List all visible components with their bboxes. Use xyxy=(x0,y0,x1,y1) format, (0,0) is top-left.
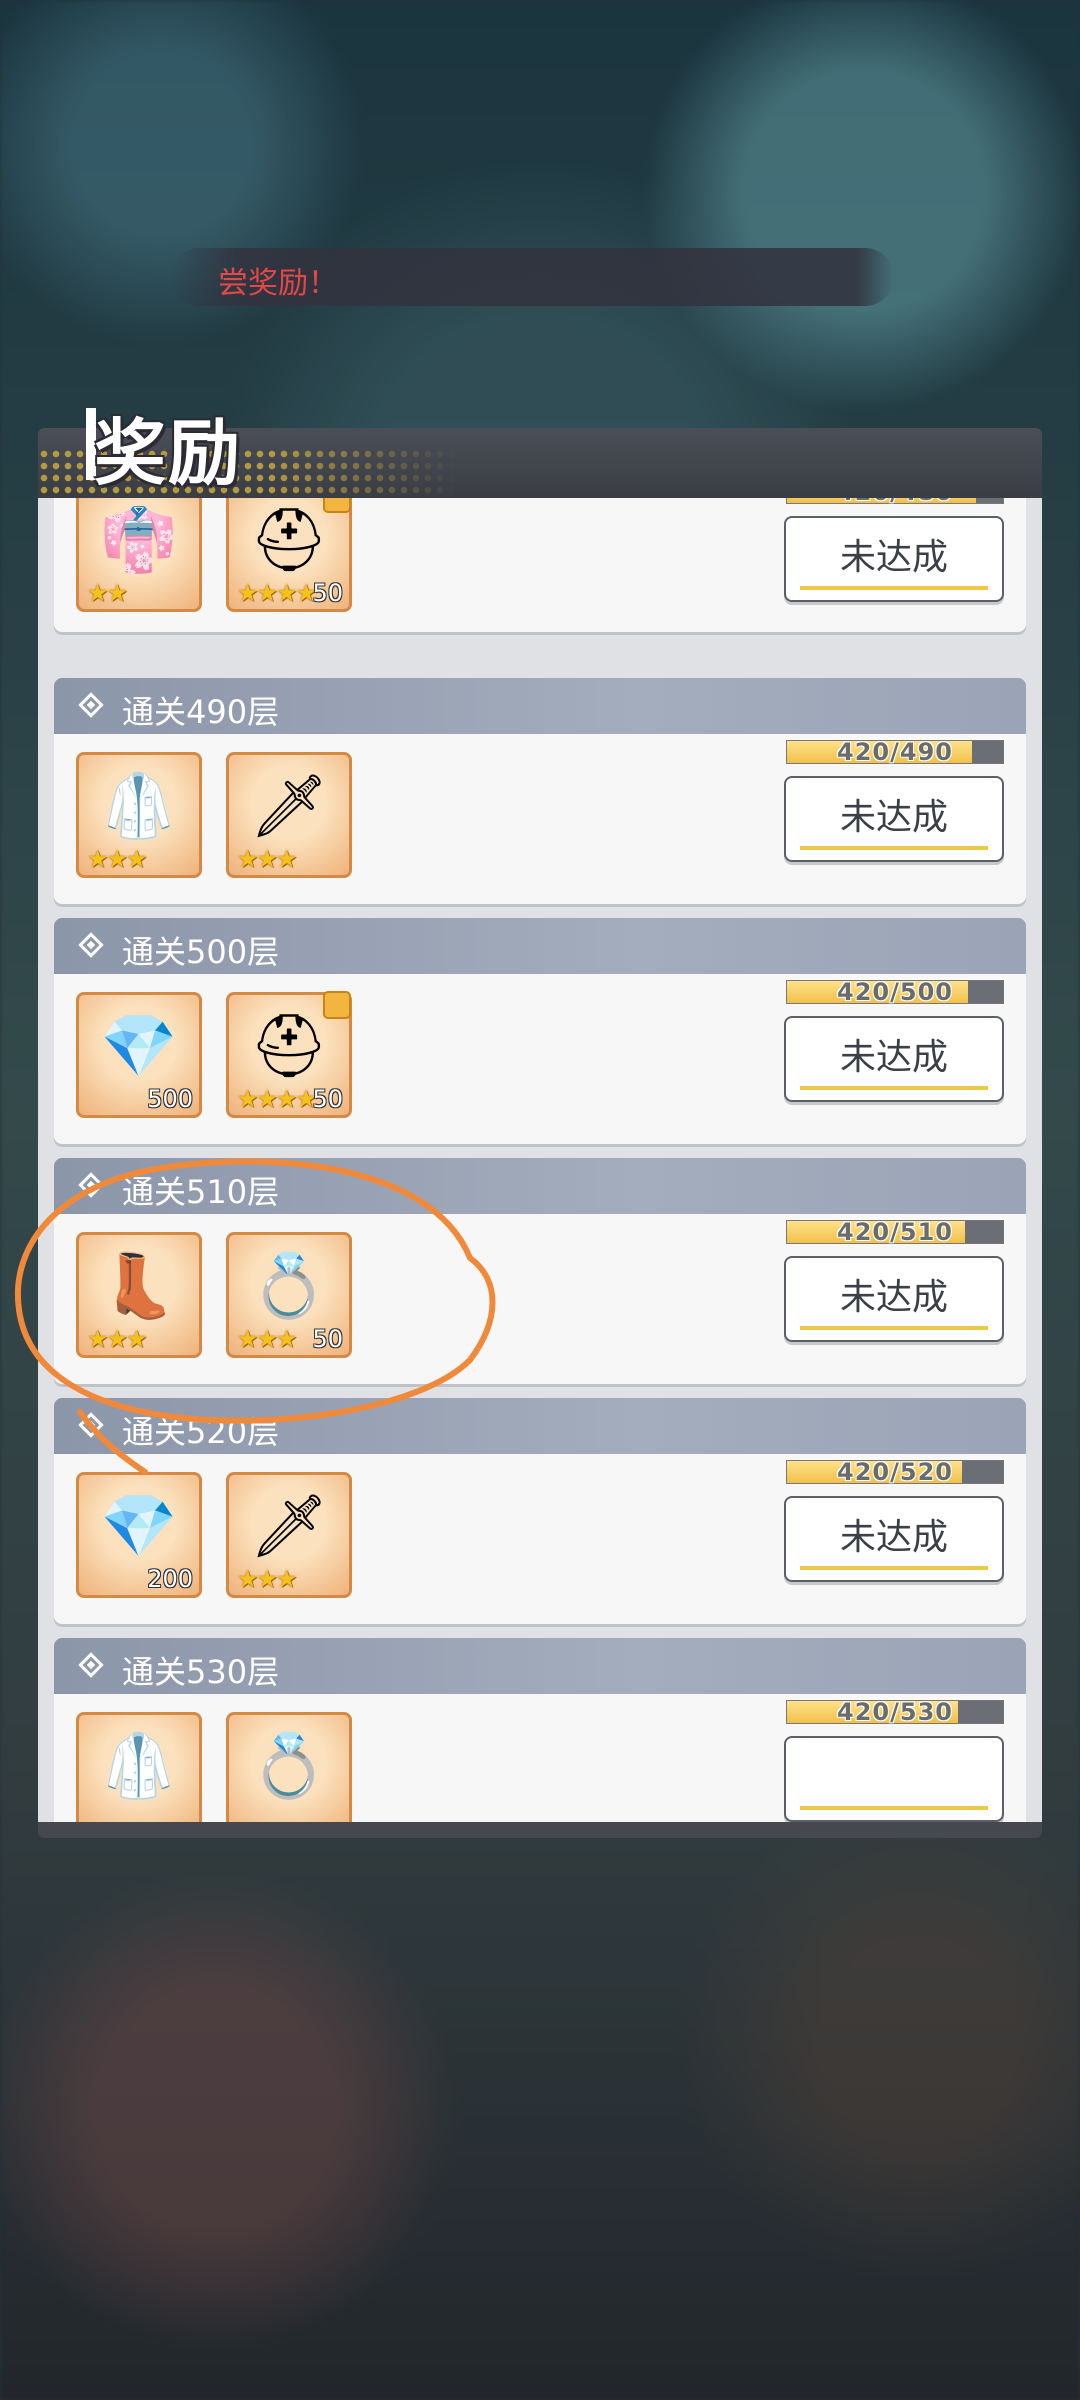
reward-item[interactable]: 🥼 xyxy=(76,1712,202,1822)
diamond-bullet-icon xyxy=(78,1412,104,1438)
upgrade-badge-icon xyxy=(323,991,351,1019)
reward-item[interactable]: 🥼 ★★★ xyxy=(76,752,202,878)
star-rating: ★★★ xyxy=(87,1325,148,1353)
rewards-panel: 奖励 👘★★⛑★★★★50420/480未达成通关490层🥼★★★🗡★★★420… xyxy=(38,408,1042,1838)
diamond-icon: 💎 xyxy=(100,1489,178,1562)
crimson-armor-icon: 👘 xyxy=(100,503,178,576)
star-rating: ★★★★ xyxy=(237,579,317,607)
diamond-bullet-icon xyxy=(78,692,104,718)
star-rating: ★★★ xyxy=(87,845,148,873)
progress-text: 420/480 xyxy=(787,498,1003,506)
reward-item[interactable]: 👢 ★★★ xyxy=(76,1232,202,1358)
upgrade-badge-icon xyxy=(323,498,351,513)
reward-item[interactable]: 💎 200 xyxy=(76,1472,202,1598)
reward-card: 通关530层 🥼 💍 420/530 xyxy=(54,1638,1026,1822)
floor-label: 通关530层 xyxy=(122,1653,280,1691)
progress-text: 420/490 xyxy=(837,738,953,766)
progress-bar: 420/510 xyxy=(786,1218,1004,1246)
claim-button[interactable]: 未达成 xyxy=(784,516,1004,602)
progress-text: 420/530 xyxy=(837,1698,953,1726)
reward-card: 通关490层 🥼 ★★★ 🗡 ★★★ 420/490 未达成 xyxy=(54,678,1026,904)
floor-label: 通关510层 xyxy=(122,1173,280,1211)
reward-card-body: 👘 ★★ ⛑ ★★★★50 420/480 未达成 xyxy=(54,498,1026,632)
diamond-bullet-icon xyxy=(78,1172,104,1198)
diamond-bullet-icon xyxy=(78,932,104,958)
golden-ring-icon: 💍 xyxy=(250,1729,328,1802)
golden-helmet-icon: ⛑ xyxy=(249,1009,329,1082)
reward-card-header: 通关510层 xyxy=(54,1158,1026,1214)
diamond-bullet-icon xyxy=(78,1652,104,1678)
reward-item[interactable]: 👘 ★★ xyxy=(76,498,202,612)
item-count: 50 xyxy=(312,1085,343,1113)
golden-ring-icon: 💍 xyxy=(250,1249,328,1322)
reward-item[interactable]: 💍 ★★★ 50 xyxy=(226,1232,352,1358)
reward-card-body: 💎 500 ⛑ ★★★★ 50 420/500 未达成 xyxy=(54,974,1026,1144)
progress-bar: 420/530 xyxy=(786,1698,1004,1726)
floor-label: 通关490层 xyxy=(122,693,280,731)
reward-card: 👘 ★★ ⛑ ★★★★50 420/480 未达成 xyxy=(54,498,1026,632)
claim-button[interactable] xyxy=(784,1736,1004,1822)
reward-card-body: 🥼 ★★★ 🗡 ★★★ 420/490 未达成 xyxy=(54,734,1026,904)
reward-card: 通关520层 💎 200 🗡 ★★★ 420/520 未达成 xyxy=(54,1398,1026,1624)
progress-bar: 420/490 xyxy=(786,738,1004,766)
progress-bar: 420/520 xyxy=(786,1458,1004,1486)
claim-button[interactable]: 未达成 xyxy=(784,776,1004,862)
star-rating: ★★ xyxy=(87,579,128,607)
white-robe-icon: 🥼 xyxy=(100,1729,178,1802)
reward-item[interactable]: 🗡 ★★★ xyxy=(226,1472,352,1598)
reward-card-header: 通关530层 xyxy=(54,1638,1026,1694)
floor-label: 通关500层 xyxy=(122,933,280,971)
star-rating: ★★★ xyxy=(237,1325,298,1353)
reward-card-body: 💎 200 🗡 ★★★ 420/520 未达成 xyxy=(54,1454,1026,1624)
reward-card-header: 通关520层 xyxy=(54,1398,1026,1454)
golden-helmet-icon: ⛑ xyxy=(249,503,329,576)
progress-text: 420/520 xyxy=(837,1458,953,1486)
item-count: 50 xyxy=(312,579,343,607)
floor-label: 通关520层 xyxy=(122,1413,280,1451)
reward-card-body: 👢 ★★★ 💍 ★★★ 50 420/510 未达成 xyxy=(54,1214,1026,1384)
notice-text: 尝奖励！ xyxy=(218,266,338,301)
panel-title: 奖励 xyxy=(94,411,243,495)
progress-text: 420/510 xyxy=(837,1218,953,1246)
golden-dagger-icon: 🗡 xyxy=(249,1489,329,1562)
reward-card: 通关500层 💎 500 ⛑ ★★★★ 50 420/500 未达成 xyxy=(54,918,1026,1144)
star-rating: ★★★ xyxy=(237,845,298,873)
golden-boots-icon: 👢 xyxy=(100,1249,178,1322)
item-count: 500 xyxy=(147,1085,193,1113)
claim-button[interactable]: 未达成 xyxy=(784,1016,1004,1102)
claim-button[interactable]: 未达成 xyxy=(784,1496,1004,1582)
reward-card-body: 🥼 💍 420/530 xyxy=(54,1694,1026,1822)
diamond-icon: 💎 xyxy=(100,1009,178,1082)
panel-footer xyxy=(38,1822,1042,1838)
reward-item[interactable]: 💎 500 xyxy=(76,992,202,1118)
claim-button[interactable]: 未达成 xyxy=(784,1256,1004,1342)
star-rating: ★★★★ xyxy=(237,1085,317,1113)
progress-bar: 420/480 xyxy=(786,498,1004,506)
reward-card-header: 通关490层 xyxy=(54,678,1026,734)
golden-dagger-icon: 🗡 xyxy=(249,769,329,842)
reward-item[interactable]: 🗡 ★★★ xyxy=(226,752,352,878)
progress-bar: 420/500 xyxy=(786,978,1004,1006)
progress-text: 420/500 xyxy=(837,978,953,1006)
reward-card: 通关510层 👢 ★★★ 💍 ★★★ 50 420/510 未达成 xyxy=(54,1158,1026,1384)
item-count: 200 xyxy=(147,1565,193,1593)
reward-list[interactable]: 👘★★⛑★★★★50420/480未达成通关490层🥼★★★🗡★★★420/49… xyxy=(38,498,1042,1822)
reward-item[interactable]: 💍 xyxy=(226,1712,352,1822)
reward-item[interactable]: ⛑ ★★★★ 50 xyxy=(226,991,352,1118)
white-robe-icon: 🥼 xyxy=(100,769,178,842)
star-rating: ★★★ xyxy=(237,1565,298,1593)
item-count: 50 xyxy=(312,1325,343,1353)
reward-item[interactable]: ⛑ ★★★★ 50 xyxy=(226,498,352,612)
reward-card-header: 通关500层 xyxy=(54,918,1026,974)
